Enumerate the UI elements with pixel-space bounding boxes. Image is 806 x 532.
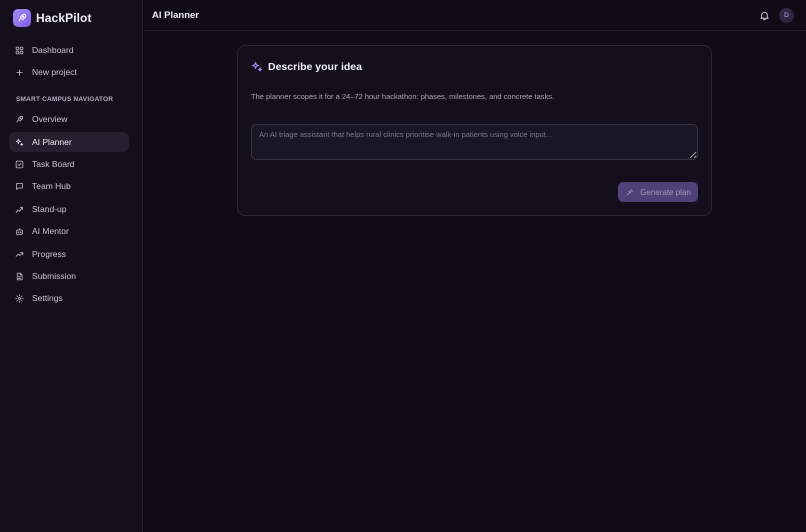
- sidebar-item-dashboard[interactable]: Dashboard: [9, 40, 129, 60]
- page-title: AI Planner: [152, 10, 199, 21]
- sidebar-item-label: Settings: [32, 293, 63, 303]
- bot-icon: [16, 227, 23, 235]
- sidebar-item-label: New project: [32, 67, 77, 77]
- card-header: Describe your idea: [251, 61, 362, 73]
- sidebar-item-submission[interactable]: Submission: [9, 266, 129, 286]
- sidebar-item-label: AI Mentor: [32, 226, 69, 236]
- gear-icon: [15, 293, 24, 303]
- sidebar-item-stand-up[interactable]: Stand-up: [9, 199, 129, 219]
- topbar: AI Planner D: [143, 0, 806, 31]
- sidebar-item-overview[interactable]: Overview: [9, 109, 129, 129]
- sidebar-item-label: Overview: [32, 114, 68, 124]
- card-description: The planner scopes it for a 24–72 hour h…: [251, 92, 555, 101]
- plus-icon: [16, 68, 23, 76]
- sidebar: HackPilot Dashboard New project SMART CA…: [0, 0, 143, 532]
- sidebar-item-label: AI Planner: [32, 137, 72, 147]
- sidebar-item-label: Task Board: [32, 159, 75, 169]
- stand-up-icon: [15, 206, 23, 213]
- sidebar-item-label: Progress: [32, 249, 67, 259]
- section-label: SMART CAMPUS NAVIGATOR: [16, 96, 114, 103]
- sidebar-item-label: Team Hub: [32, 181, 71, 191]
- generate-plan-button[interactable]: Generate plan: [618, 182, 698, 202]
- sidebar-item-team-hub[interactable]: Team Hub: [9, 176, 129, 196]
- grid-icon: [15, 46, 24, 54]
- bell-icon[interactable]: [759, 10, 770, 21]
- sidebar-item-new-project[interactable]: New project: [9, 62, 129, 82]
- trending-up-icon: [15, 251, 24, 257]
- sidebar-item-settings[interactable]: Settings: [9, 288, 129, 308]
- sparkles-icon: [252, 62, 262, 72]
- idea-card: Describe your idea The planner scopes it…: [237, 45, 712, 216]
- avatar[interactable]: D: [779, 8, 794, 23]
- check-square-icon: [15, 160, 24, 168]
- wand-icon: [626, 188, 634, 196]
- chat-icon: [16, 182, 23, 190]
- sidebar-item-label: Dashboard: [32, 45, 74, 55]
- sidebar-item-ai-mentor[interactable]: AI Mentor: [9, 221, 129, 241]
- sparkles-icon: [15, 138, 24, 146]
- brand[interactable]: HackPilot: [13, 9, 92, 27]
- sidebar-item-label: Stand-up: [32, 204, 67, 214]
- sidebar-item-progress[interactable]: Progress: [9, 244, 129, 264]
- brand-name: HackPilot: [36, 11, 92, 25]
- sidebar-item-task-board[interactable]: Task Board: [9, 154, 129, 174]
- card-title: Describe your idea: [268, 61, 362, 73]
- idea-input[interactable]: [251, 124, 698, 160]
- sidebar-item-label: Submission: [32, 271, 76, 281]
- rocket-logo-icon: [13, 9, 31, 27]
- generate-plan-label: Generate plan: [640, 187, 691, 197]
- rocket-icon: [16, 115, 24, 122]
- file-icon: [16, 272, 23, 280]
- sidebar-item-ai-planner[interactable]: AI Planner: [9, 132, 129, 152]
